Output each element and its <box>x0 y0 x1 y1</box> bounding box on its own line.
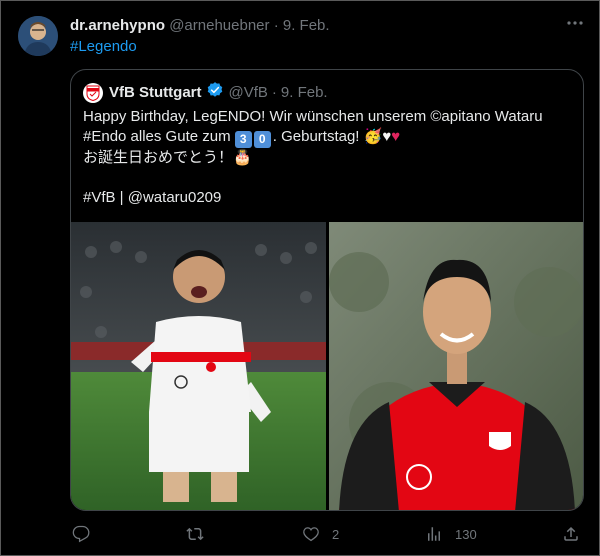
quoted-text-hashtags: #VfB | @wataru0209 <box>83 189 222 206</box>
keycap-digit-three: 3 <box>234 131 252 148</box>
quoted-author-name[interactable]: VfB Stuttgart <box>109 82 202 104</box>
author-avatar[interactable] <box>18 16 58 56</box>
quoted-tweet[interactable]: VfB Stuttgart @VfB · 9. Feb. Happy Birth… <box>70 69 584 511</box>
quoted-author-handle[interactable]: @VfB <box>229 82 268 104</box>
tweet-date[interactable]: 9. Feb. <box>283 17 330 34</box>
views-count: 130 <box>455 526 477 542</box>
birthday-text: . Geburtstag! <box>272 128 360 145</box>
quoted-separator: · <box>271 84 277 101</box>
reply-icon <box>72 525 90 543</box>
white-heart-icon: ♥ <box>382 128 392 145</box>
media-grid <box>71 222 583 510</box>
author-handle[interactable]: @arnehuebner <box>169 17 269 34</box>
verified-badge-icon <box>206 81 224 106</box>
tweet-hashtag-legendo[interactable]: #Legendo <box>70 37 137 57</box>
share-icon <box>564 526 578 541</box>
quoted-text: Happy Birthday, LegENDO! Wir wünschen un… <box>83 107 569 208</box>
like-icon <box>303 527 319 542</box>
quoted-header: VfB Stuttgart @VfB · 9. Feb. <box>83 81 571 106</box>
red-heart-icon: ♥ <box>391 128 401 145</box>
japanese-birthday-text: お誕生日おめでとう！ <box>83 149 234 166</box>
photo-smiling-player[interactable] <box>329 222 583 510</box>
views-icon <box>428 527 440 541</box>
party-face-emoji-icon: 🥳 <box>363 128 383 145</box>
like-button[interactable]: 2 <box>302 525 339 543</box>
reply-button[interactable] <box>72 525 102 543</box>
quoted-date[interactable]: 9. Feb. <box>281 82 328 104</box>
keycap-digit-zero: 0 <box>253 131 271 148</box>
quoted-text-line-2: #Endo alles Gute zum 30. Geburtstag! 🥳♥♥ <box>83 127 569 148</box>
more-icon[interactable] <box>566 14 584 37</box>
author-name[interactable]: dr.arnehypno <box>70 17 165 34</box>
tweet-header: dr.arnehypno @arnehuebner · 9. Feb. <box>70 16 550 36</box>
quoted-text-line-3: お誕生日おめでとう！🎂 <box>83 148 569 168</box>
quoted-text-line-1: Happy Birthday, LegENDO! Wir wünschen un… <box>83 108 543 125</box>
photo-celebrating-player[interactable] <box>71 222 326 510</box>
views-button[interactable]: 130 <box>425 525 477 543</box>
like-count: 2 <box>332 526 340 542</box>
retweet-icon <box>186 527 204 541</box>
cake-emoji-icon: 🎂 <box>233 149 252 166</box>
vfb-logo-icon[interactable] <box>83 83 103 103</box>
action-bar: 2 130 <box>70 522 584 546</box>
share-button[interactable] <box>562 525 580 543</box>
hashtag-endo-text: #Endo alles Gute zum <box>83 128 231 145</box>
retweet-button[interactable] <box>186 525 216 543</box>
header-separator: · <box>273 17 279 34</box>
